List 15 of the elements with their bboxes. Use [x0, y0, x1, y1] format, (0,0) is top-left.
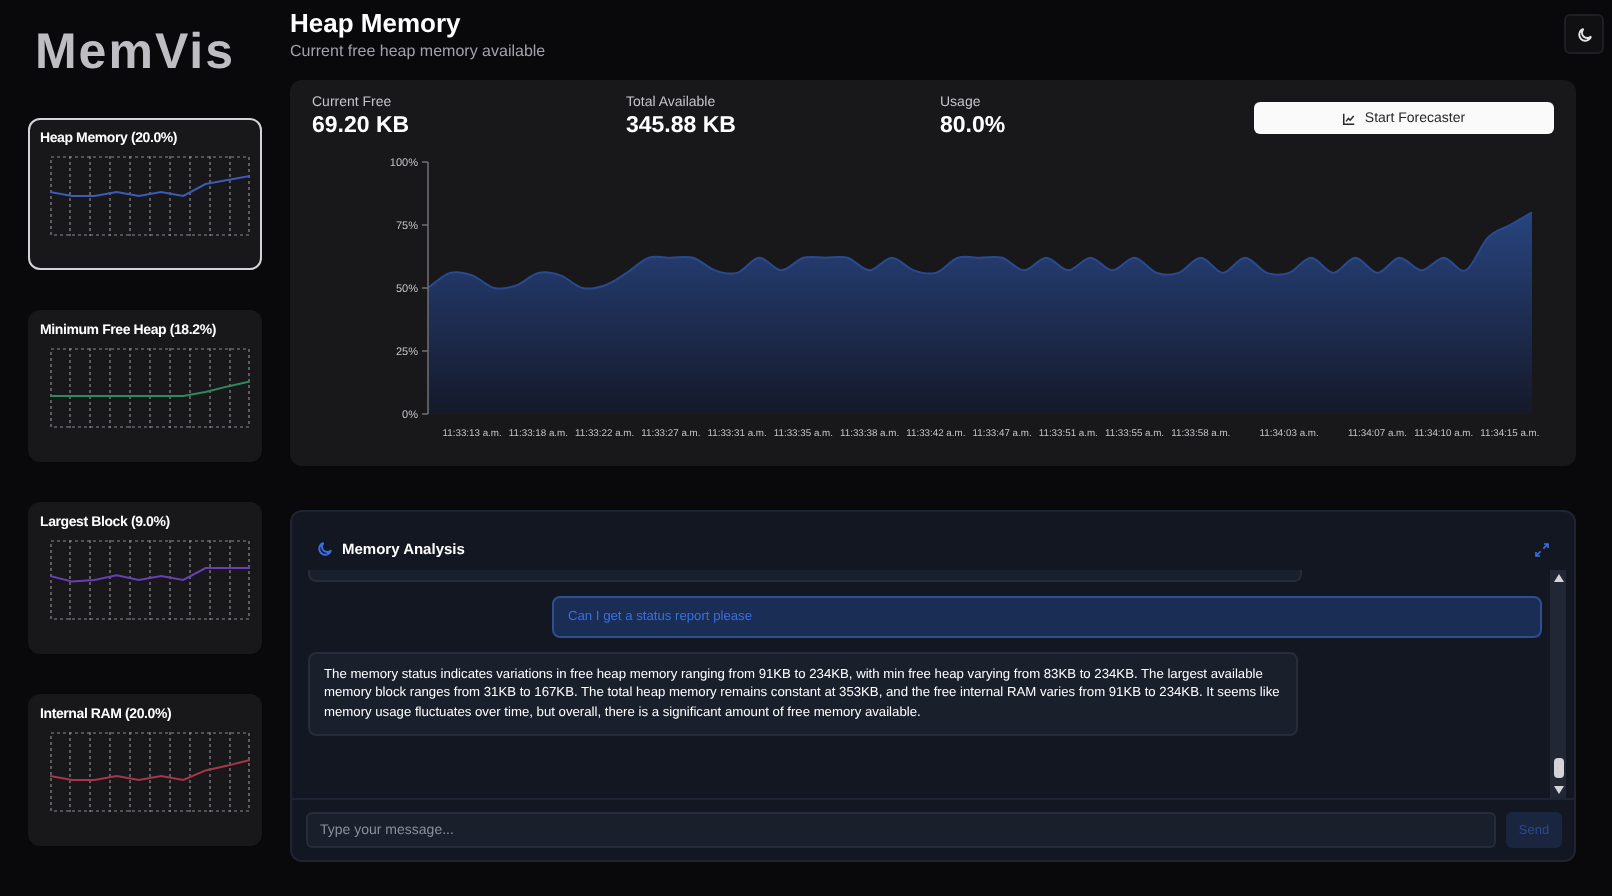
- expand-icon[interactable]: [1534, 541, 1550, 557]
- moon-icon: [316, 540, 334, 558]
- stat-value: 345.88 KB: [626, 114, 738, 138]
- scroll-down-icon[interactable]: [1553, 786, 1563, 794]
- page-title: Heap Memory: [290, 8, 463, 38]
- theme-toggle-button[interactable]: [1564, 14, 1604, 54]
- stat-value: 80.0%: [940, 114, 1008, 138]
- scrollbar-thumb[interactable]: [1553, 758, 1563, 778]
- page-subtitle: Current free heap memory available: [290, 42, 548, 60]
- chart-icon: [1342, 111, 1357, 125]
- app-logo: MemVis: [34, 24, 236, 82]
- scrollbar[interactable]: [1550, 570, 1566, 798]
- moon-icon: [1575, 25, 1593, 43]
- scroll-up-icon[interactable]: [1553, 574, 1563, 582]
- stat-value: 69.20 KB: [312, 114, 412, 138]
